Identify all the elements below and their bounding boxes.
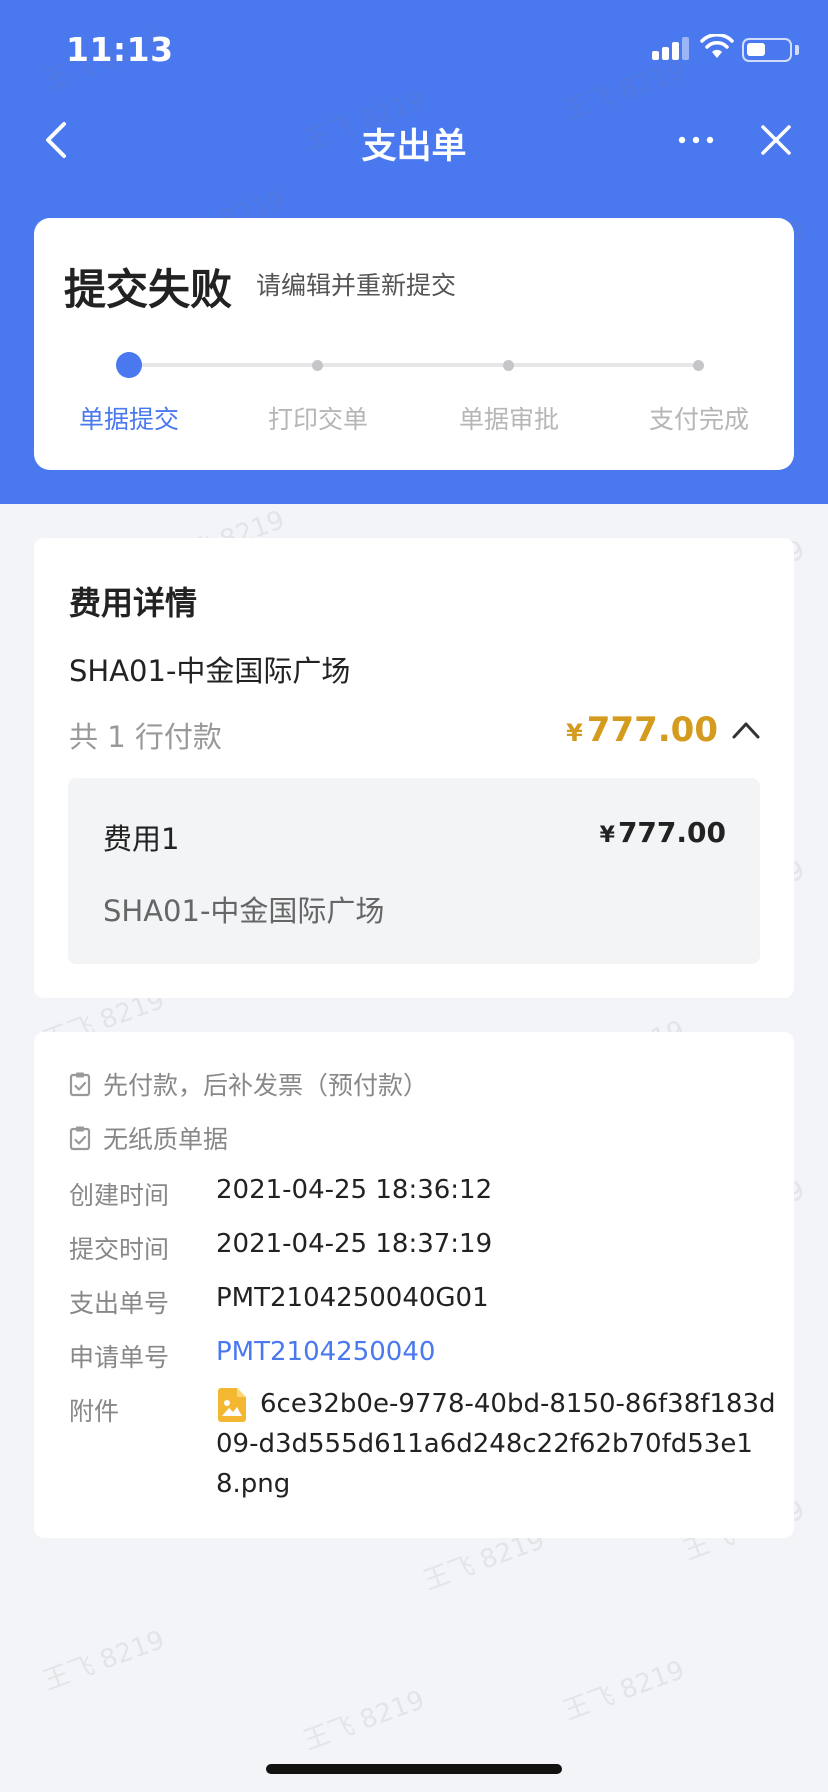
status-card: 提交失败 请编辑并重新提交 单据提交 打印交单 单据审批 支付完成 [34,218,794,470]
watermark-text: 王飞 8219 [559,1655,689,1727]
step-dot-print [312,360,323,371]
battery-fill [747,43,765,56]
step-label-approve: 单据审批 [458,405,559,434]
status-subtitle: 请编辑并重新提交 [256,271,457,300]
home-indicator [266,1764,562,1774]
watermark-text: 王飞 8219 [39,1625,169,1697]
more-icon[interactable] [676,120,716,160]
submitted-time-value: 2021-04-25 18:37:19 [216,1229,493,1259]
created-time-label: 创建时间 [69,1181,170,1210]
signal-icon [652,36,692,60]
clipboard-check-icon [69,1072,91,1097]
expense-card: 费用详情 SHA01-中金国际广场 共 1 行付款 ¥777.00 费用1 ¥7… [34,538,794,998]
step-dot-submit [116,352,142,378]
expense-item-amount: ¥777.00 [600,816,726,849]
close-icon[interactable] [758,120,794,160]
paperless-tag-text: 无纸质单据 [103,1125,229,1154]
expense-item[interactable]: 费用1 ¥777.00 SHA01-中金国际广场 [68,778,760,964]
battery-cap [795,45,799,55]
step-label-print: 打印交单 [267,405,368,434]
expense-total-value: 777.00 [586,710,718,750]
prepayment-tag: 先付款，后补发票（预付款） [69,1066,428,1102]
attachment-label: 附件 [69,1397,120,1426]
step-dot-paid [693,360,704,371]
clipboard-check-icon [69,1126,91,1151]
currency-symbol: ¥ [566,719,583,747]
watermark-text: 王飞 8219 [299,1685,429,1757]
expense-title: 费用详情 [69,584,198,622]
battery-icon [742,38,792,62]
detail-card: 先付款，后补发票（预付款） 无纸质单据 创建时间 2021-04-25 18:3… [34,1032,794,1538]
progress-track [130,363,698,367]
status-time: 11:13 [66,30,174,69]
expense-location: SHA01-中金国际广场 [69,654,351,688]
wifi-icon [700,34,734,58]
expense-item-location: SHA01-中金国际广场 [103,894,385,928]
expense-item-name: 费用1 [103,822,180,856]
step-label-paid: 支付完成 [648,405,749,434]
prepayment-tag-text: 先付款，后补发票（预付款） [103,1071,429,1100]
chevron-up-icon[interactable] [732,720,760,740]
attachment-file-link[interactable]: 6ce32b0e-9778-40bd-8150-86f38f183d09-d3d… [216,1384,776,1504]
step-dot-approve [503,360,514,371]
currency-symbol: ¥ [599,823,615,848]
expense-total[interactable]: ¥777.00 [566,710,718,750]
application-no-link[interactable]: PMT2104250040 [216,1337,435,1367]
expense-no-value: PMT2104250040G01 [216,1283,489,1313]
expense-item-amount-value: 777.00 [617,816,726,849]
created-time-value: 2021-04-25 18:36:12 [216,1175,493,1205]
expense-no-label: 支出单号 [69,1289,170,1318]
status-title: 提交失败 [64,265,233,314]
submitted-time-label: 提交时间 [69,1235,170,1264]
step-label-submit: 单据提交 [78,405,179,434]
status-bar: 11:13 [0,0,828,100]
screen: 王飞 8219王飞 8219王飞 8219王飞 8219王飞 8219王飞 82… [0,0,828,1792]
payment-count: 共 1 行付款 [69,720,222,754]
paperless-tag: 无纸质单据 [69,1120,228,1156]
application-no-label: 申请单号 [69,1343,170,1372]
